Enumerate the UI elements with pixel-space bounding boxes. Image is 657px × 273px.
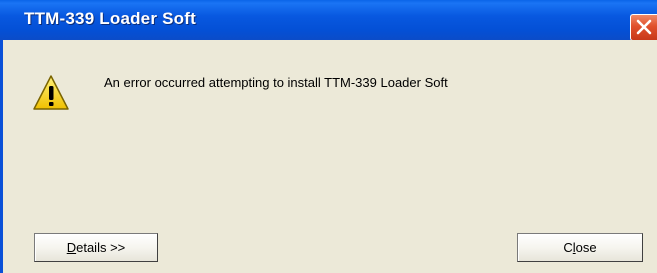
dialog-body: An error occurred attempting to install …	[3, 40, 657, 273]
details-button-label: etails >>	[76, 240, 126, 255]
close-button[interactable]: Close	[517, 233, 643, 262]
title-bar[interactable]: TTM-339 Loader Soft	[0, 0, 657, 41]
error-message: An error occurred attempting to install …	[104, 75, 448, 90]
close-button-label-start: C	[563, 240, 573, 255]
dialog-window: TTM-339 Loader Soft An error occurred at…	[0, 0, 657, 273]
details-button-mnemonic: D	[66, 240, 77, 255]
close-button-label-end: ose	[575, 240, 597, 255]
details-button[interactable]: Details >>	[34, 233, 158, 262]
close-icon	[636, 19, 652, 35]
title-close-button[interactable]	[630, 14, 657, 41]
warning-icon	[31, 73, 71, 113]
window-title: TTM-339 Loader Soft	[24, 9, 196, 28]
